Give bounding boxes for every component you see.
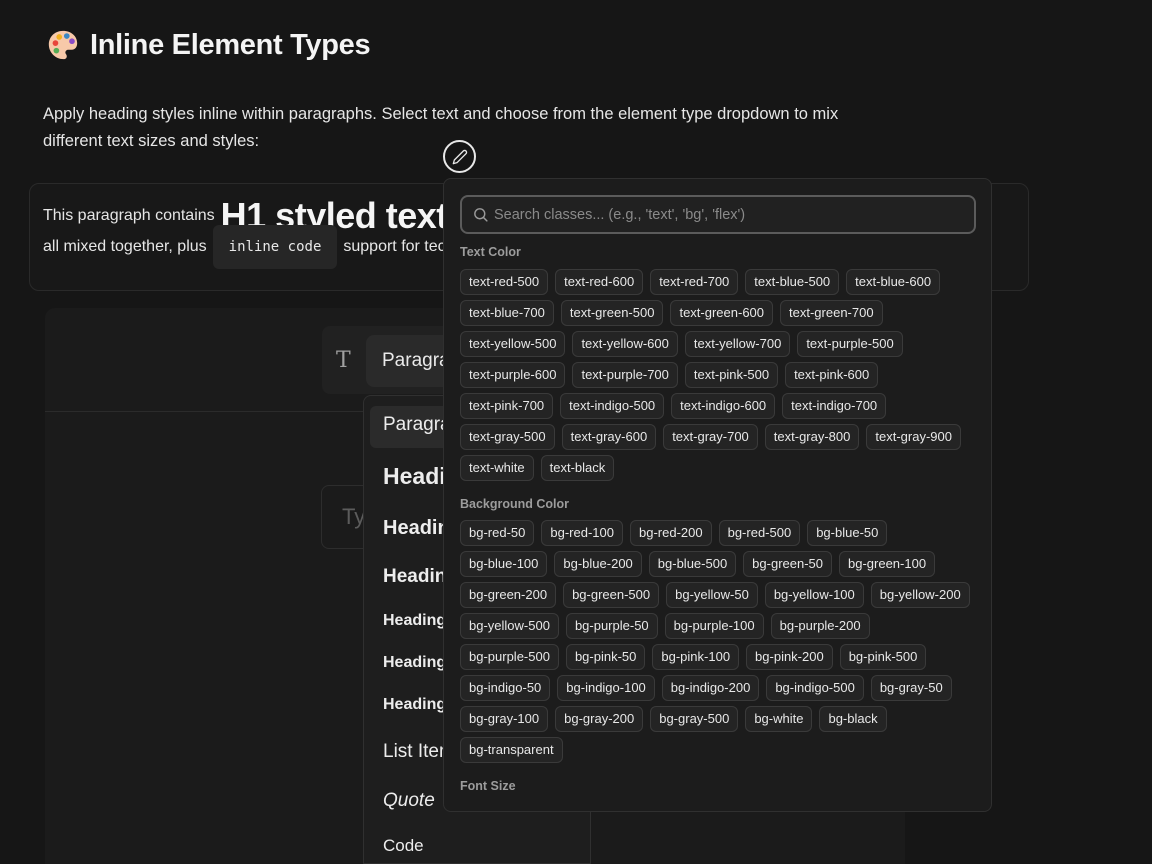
- class-chip-text-purple-700[interactable]: text-purple-700: [572, 362, 678, 388]
- class-picker-popover: Text Color text-red-500text-red-600text-…: [443, 178, 992, 812]
- class-chip-bg-red-200[interactable]: bg-red-200: [629, 520, 712, 546]
- class-chip-text-yellow-600[interactable]: text-yellow-600: [572, 331, 678, 357]
- class-chip-text-blue-500[interactable]: text-blue-500: [745, 269, 840, 295]
- type-option-quote[interactable]: Quote: [383, 790, 435, 812]
- background-color-chip-list: bg-red-50 bg-red-100 bg-red-200 bg-red-500 b…: [460, 520, 970, 763]
- class-chip-text-gray-500[interactable]: text-gray-500: [460, 424, 555, 450]
- class-chip-text-red-500[interactable]: text-red-500: [460, 269, 549, 295]
- class-chip-bg-gray-200[interactable]: bg-gray-200: [555, 706, 644, 732]
- class-chip-text-gray-900[interactable]: text-gray-900: [866, 424, 961, 450]
- inline-code-sample: inline code: [212, 225, 338, 269]
- class-chip-bg-indigo-200[interactable]: bg-indigo-200: [661, 675, 760, 701]
- page-title-text: Inline Element Types: [90, 28, 371, 61]
- class-chip-bg-indigo-100[interactable]: bg-indigo-100: [557, 675, 655, 701]
- class-chip-text-pink-700[interactable]: text-pink-700: [460, 393, 554, 419]
- text-color-chip-list: text-red-500 text-red-600 text-red-700 text…: [460, 269, 970, 481]
- class-chip-bg-yellow-50[interactable]: bg-yellow-50: [666, 582, 758, 608]
- class-chip-bg-blue-50[interactable]: bg-blue-50: [807, 520, 888, 546]
- class-chip-text-green-700[interactable]: text-green-700: [780, 300, 883, 326]
- class-chip-bg-yellow-500[interactable]: bg-yellow-500: [460, 613, 559, 639]
- class-chip-bg-gray-50[interactable]: bg-gray-50: [870, 675, 952, 701]
- class-chip-text-indigo-600[interactable]: text-indigo-600: [671, 393, 776, 419]
- demo-text: support for tec: [343, 238, 446, 255]
- class-chip-bg-green-200[interactable]: bg-green-200: [460, 582, 557, 608]
- class-chip-bg-purple-500[interactable]: bg-purple-500: [460, 644, 559, 670]
- class-chip-bg-gray-100[interactable]: bg-gray-100: [460, 706, 549, 732]
- class-chip-text-yellow-700[interactable]: text-yellow-700: [684, 331, 791, 357]
- edit-classes-button[interactable]: [443, 140, 476, 173]
- class-chip-bg-red-500[interactable]: bg-red-500: [718, 520, 801, 546]
- class-chip-bg-green-100[interactable]: bg-green-100: [839, 551, 936, 577]
- class-chip-text-purple-500[interactable]: text-purple-500: [797, 331, 903, 357]
- class-chip-bg-purple-50[interactable]: bg-purple-50: [565, 613, 658, 639]
- demo-text: This paragraph contains: [43, 207, 215, 224]
- search-icon: [474, 208, 488, 222]
- class-chip-bg-yellow-200[interactable]: bg-yellow-200: [870, 582, 970, 608]
- class-chip-text-indigo-500[interactable]: text-indigo-500: [560, 393, 665, 419]
- class-search-input[interactable]: [494, 201, 964, 228]
- text-type-icon[interactable]: T: [336, 348, 351, 373]
- class-chip-bg-red-100[interactable]: bg-red-100: [541, 520, 623, 546]
- class-chip-bg-gray-500[interactable]: bg-gray-500: [650, 706, 739, 732]
- class-chip-bg-blue-100[interactable]: bg-blue-100: [460, 551, 548, 577]
- palette-icon: [48, 30, 78, 60]
- class-chip-bg-green-500[interactable]: bg-green-500: [563, 582, 660, 608]
- class-chip-bg-white[interactable]: bg-white: [745, 706, 813, 732]
- type-option-code[interactable]: Code: [383, 836, 424, 856]
- class-chip-bg-indigo-50[interactable]: bg-indigo-50: [460, 675, 551, 701]
- demo-text: all mixed together, plus: [43, 238, 207, 255]
- class-chip-bg-purple-200[interactable]: bg-purple-200: [770, 613, 870, 639]
- pencil-icon: [452, 149, 467, 164]
- class-chip-bg-pink-500[interactable]: bg-pink-500: [839, 644, 927, 670]
- class-chip-text-green-600[interactable]: text-green-600: [670, 300, 774, 326]
- class-chip-bg-transparent[interactable]: bg-transparent: [460, 737, 563, 763]
- class-chip-bg-pink-200[interactable]: bg-pink-200: [746, 644, 833, 670]
- class-chip-text-purple-600[interactable]: text-purple-600: [460, 362, 566, 388]
- section-title-font-size: Font Size: [460, 779, 516, 793]
- class-chip-text-red-700[interactable]: text-red-700: [650, 269, 739, 295]
- class-chip-text-red-600[interactable]: text-red-600: [555, 269, 644, 295]
- class-chip-bg-blue-500[interactable]: bg-blue-500: [648, 551, 737, 577]
- class-chip-text-blue-600[interactable]: text-blue-600: [846, 269, 941, 295]
- demo-line-2: all mixed together, plus inline code sup…: [43, 225, 446, 269]
- class-chip-text-white[interactable]: text-white: [460, 455, 534, 481]
- page-title: Inline Element Types: [46, 28, 371, 62]
- class-chip-bg-red-50[interactable]: bg-red-50: [460, 520, 535, 546]
- class-chip-bg-yellow-100[interactable]: bg-yellow-100: [764, 582, 864, 608]
- class-chip-text-green-500[interactable]: text-green-500: [560, 300, 664, 326]
- class-chip-bg-purple-100[interactable]: bg-purple-100: [664, 613, 764, 639]
- class-chip-bg-indigo-500[interactable]: bg-indigo-500: [766, 675, 864, 701]
- class-chip-text-pink-500[interactable]: text-pink-500: [684, 362, 779, 388]
- class-chip-bg-black[interactable]: bg-black: [819, 706, 887, 732]
- class-chip-text-black[interactable]: text-black: [540, 455, 615, 481]
- section-title-text-color: Text Color: [460, 245, 521, 259]
- class-chip-bg-pink-50[interactable]: bg-pink-50: [565, 644, 646, 670]
- class-chip-text-gray-600[interactable]: text-gray-600: [561, 424, 657, 450]
- class-chip-text-blue-700[interactable]: text-blue-700: [460, 300, 554, 326]
- class-chip-bg-green-50[interactable]: bg-green-50: [743, 551, 832, 577]
- class-chip-text-indigo-700[interactable]: text-indigo-700: [782, 393, 887, 419]
- class-chip-text-yellow-500[interactable]: text-yellow-500: [460, 331, 566, 357]
- class-chip-text-gray-700[interactable]: text-gray-700: [663, 424, 758, 450]
- class-chip-text-pink-600[interactable]: text-pink-600: [785, 362, 879, 388]
- class-chip-text-gray-800[interactable]: text-gray-800: [764, 424, 860, 450]
- class-chip-bg-blue-200[interactable]: bg-blue-200: [554, 551, 642, 577]
- class-chip-bg-pink-100[interactable]: bg-pink-100: [652, 644, 740, 670]
- class-search-field[interactable]: [460, 195, 976, 234]
- section-title-background-color: Background Color: [460, 497, 570, 511]
